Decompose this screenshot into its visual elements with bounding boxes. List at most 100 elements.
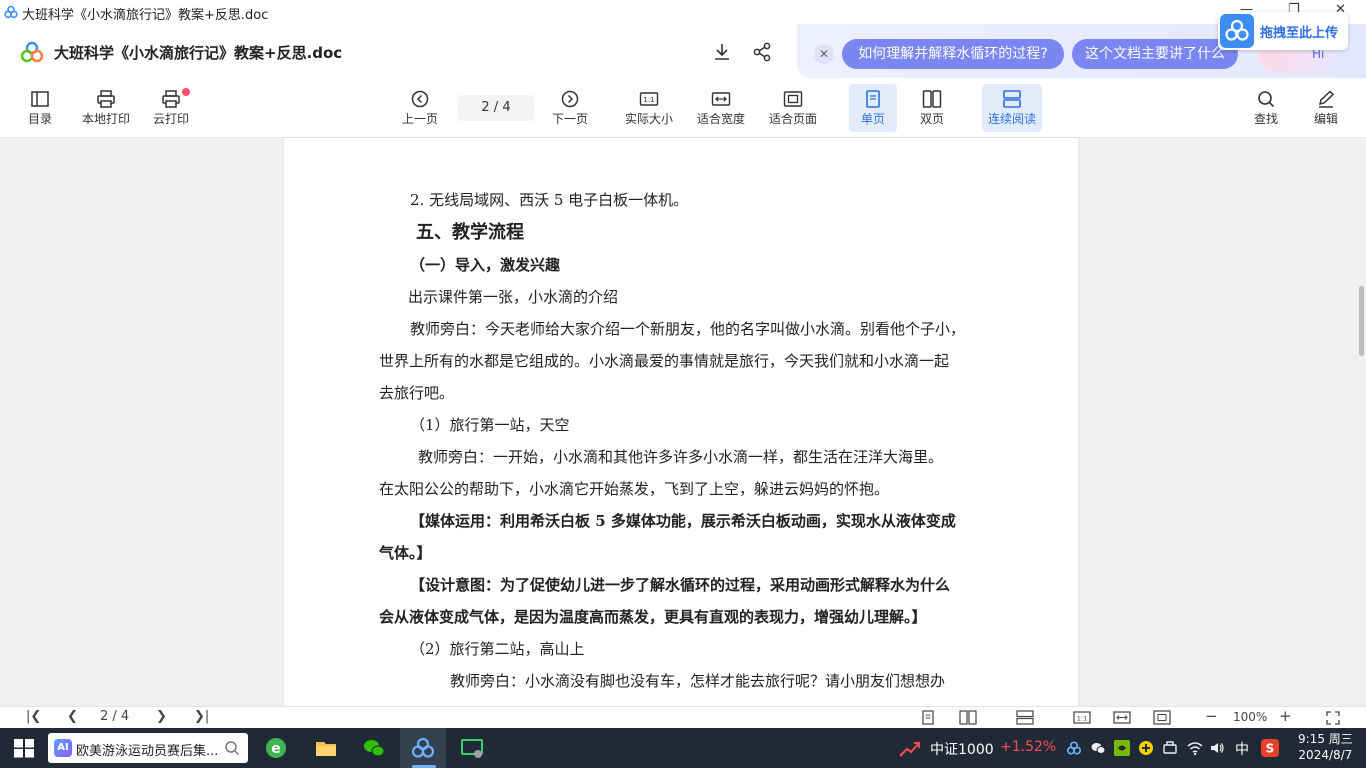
baidu-netdisk-taskbar-icon[interactable]: [411, 736, 435, 760]
nvidia-icon[interactable]: [1114, 740, 1130, 756]
fit-page-label: 适合页面: [768, 112, 817, 126]
sogou-ime-icon[interactable]: S: [1261, 739, 1279, 757]
last-page-icon[interactable]: ❯|: [194, 709, 209, 724]
upload-label: 拖拽至此上传: [1260, 26, 1339, 41]
wechat-icon[interactable]: [362, 736, 386, 760]
continuous-icon: [1003, 90, 1021, 108]
document-page: 2. 无线局域网、西沃 5 电子白板一体机。 五、教学流程 （一）导入，激发兴趣…: [284, 138, 1078, 706]
volume-icon[interactable]: [1209, 740, 1225, 756]
prev-page-button[interactable]: 上一页: [398, 84, 442, 132]
chevron-left-circle-icon: [411, 90, 429, 108]
wechat-tray-icon[interactable]: [1090, 740, 1106, 756]
windows-taskbar: AI 欧美游泳运动员赛后集... e 中证1000 +1.52% 中 S 9:1…: [0, 728, 1366, 768]
baidu-netdisk-tray-icon[interactable]: [1066, 740, 1082, 756]
wifi-icon[interactable]: [1186, 740, 1204, 756]
find-button[interactable]: 查找: [1248, 84, 1284, 132]
single-page-icon[interactable]: [921, 710, 935, 725]
windows-start-icon[interactable]: [12, 736, 36, 760]
doc-line: 在太阳公公的帮助下，小水滴它开始蒸发，飞到了上空，躲进云妈妈的怀抱。: [379, 480, 890, 498]
printer-icon: [97, 90, 115, 108]
app-logo-icon: [4, 5, 18, 19]
vertical-scrollbar[interactable]: [1359, 286, 1364, 356]
search-icon: [225, 741, 240, 756]
toc-button[interactable]: 目录: [20, 84, 60, 132]
find-label: 查找: [1253, 112, 1278, 126]
toc-icon: [31, 91, 49, 107]
doc-line: 教师旁白：一开始，小水滴和其他许多许多小水滴一样，都生活在汪洋大海里。: [418, 448, 944, 466]
toc-label: 目录: [27, 112, 52, 126]
upload-drop-button[interactable]: 拖拽至此上传: [1218, 12, 1348, 50]
first-page-icon[interactable]: |❮: [26, 709, 41, 724]
double-page-label: 双页: [919, 112, 944, 126]
browser-icon[interactable]: e: [264, 736, 288, 760]
document-title: 大班科学《小水滴旅行记》教案+反思.doc: [54, 44, 343, 62]
fullscreen-icon[interactable]: [1326, 711, 1340, 725]
pencil-icon: [1318, 90, 1335, 108]
actual-size-label: 实际大小: [624, 112, 673, 126]
security-tray-icon[interactable]: [1138, 740, 1154, 756]
fit-page-icon[interactable]: [1153, 710, 1171, 725]
ai-suggestion-chip-1[interactable]: 如何理解并解释水循环的过程?: [842, 39, 1064, 69]
chevron-right-circle-icon: [561, 90, 579, 108]
local-print-button[interactable]: 本地打印: [78, 84, 134, 132]
taskbar-search[interactable]: AI 欧美游泳运动员赛后集...: [48, 733, 248, 763]
svg-text:S: S: [1266, 742, 1275, 756]
file-explorer-icon[interactable]: [314, 736, 338, 760]
edit-label: 编辑: [1313, 112, 1338, 126]
fit-width-button[interactable]: 适合宽度: [693, 84, 749, 132]
screen-share-icon[interactable]: [460, 736, 484, 760]
usb-device-icon[interactable]: [1162, 740, 1178, 756]
close-icon[interactable]: ✕: [814, 44, 834, 64]
cloud-printer-icon: [162, 90, 180, 108]
svg-text:1:1: 1:1: [643, 96, 654, 104]
clock-date: 2024/8/7: [1298, 748, 1353, 762]
fit-width-icon[interactable]: [1113, 710, 1131, 725]
doc-line: 去旅行吧。: [379, 384, 455, 402]
actual-size-icon: 1:1: [639, 92, 659, 106]
double-page-icon: [922, 90, 942, 108]
doc-line: （1）旅行第一站，天空: [410, 416, 570, 434]
continuous-read-label: 连续阅读: [987, 112, 1036, 126]
doc-line: （2）旅行第二站，高山上: [410, 640, 585, 658]
system-clock[interactable]: 9:15 周三 2024/8/7: [1298, 731, 1353, 763]
doc-line: 世界上所有的水都是它组成的。小水滴最爱的事情就是旅行，今天我们就和小水滴一起: [379, 352, 950, 370]
page-number-input[interactable]: 2 / 4: [458, 95, 534, 121]
doc-line: 教师旁白：今天老师给大家介绍一个新朋友，他的名字叫做小水滴。别看他个子小，: [410, 320, 966, 338]
double-page-button[interactable]: 双页: [910, 84, 954, 132]
edit-button[interactable]: 编辑: [1308, 84, 1344, 132]
fit-page-button[interactable]: 适合页面: [765, 84, 821, 132]
notification-dot: [182, 88, 190, 96]
double-page-icon[interactable]: [959, 710, 977, 725]
share-icon[interactable]: [752, 42, 772, 62]
search-suggestion-text: 欧美游泳运动员赛后集...: [76, 744, 219, 759]
zoom-out-button[interactable]: −: [1205, 707, 1218, 725]
ai-suggestion-chip-2[interactable]: 这个文档主要讲了什么: [1072, 39, 1238, 69]
svg-text:1:1: 1:1: [1077, 715, 1087, 723]
actual-size-icon[interactable]: 1:1: [1073, 710, 1091, 725]
ai-badge: AI: [54, 739, 72, 757]
doc-line-bold: 气体。】: [379, 544, 432, 562]
local-print-label: 本地打印: [81, 112, 130, 126]
stock-trend-icon[interactable]: [898, 738, 922, 758]
fit-width-label: 适合宽度: [696, 112, 745, 126]
status-page-number[interactable]: 2 / 4: [100, 709, 129, 724]
window-title: 大班科学《小水滴旅行记》教案+反思.doc: [22, 8, 269, 23]
svg-text:e: e: [271, 741, 281, 757]
doc-line-bold: 会从液体变成气体，是因为温度高而蒸发，更具有直观的表现力，增强幼儿理解。】: [379, 608, 927, 626]
actual-size-button[interactable]: 1:1 实际大小: [621, 84, 677, 132]
continuous-icon[interactable]: [1016, 710, 1034, 725]
document-viewport[interactable]: 2. 无线局域网、西沃 5 电子白板一体机。 五、教学流程 （一）导入，激发兴趣…: [0, 138, 1366, 706]
download-icon[interactable]: [712, 42, 732, 62]
viewer-toolbar: 目录 本地打印 云打印 上一页 2 / 4 下一页 1:1 实际大小 适合宽度 …: [0, 80, 1366, 138]
cloud-print-label: 云打印: [152, 112, 189, 126]
title-bar: 大班科学《小水滴旅行记》教案+反思.doc — ❐ ✕: [0, 0, 1366, 24]
cloud-print-button[interactable]: 云打印: [148, 84, 194, 132]
continuous-read-button[interactable]: 连续阅读: [982, 84, 1042, 132]
zoom-in-button[interactable]: +: [1279, 707, 1292, 725]
prev-page-icon[interactable]: ❮: [67, 709, 78, 724]
input-method-indicator[interactable]: 中: [1235, 739, 1249, 759]
zoom-level[interactable]: 100%: [1233, 710, 1267, 724]
single-page-button[interactable]: 单页: [849, 84, 897, 132]
next-page-icon[interactable]: ❯: [156, 709, 167, 724]
next-page-button[interactable]: 下一页: [548, 84, 592, 132]
